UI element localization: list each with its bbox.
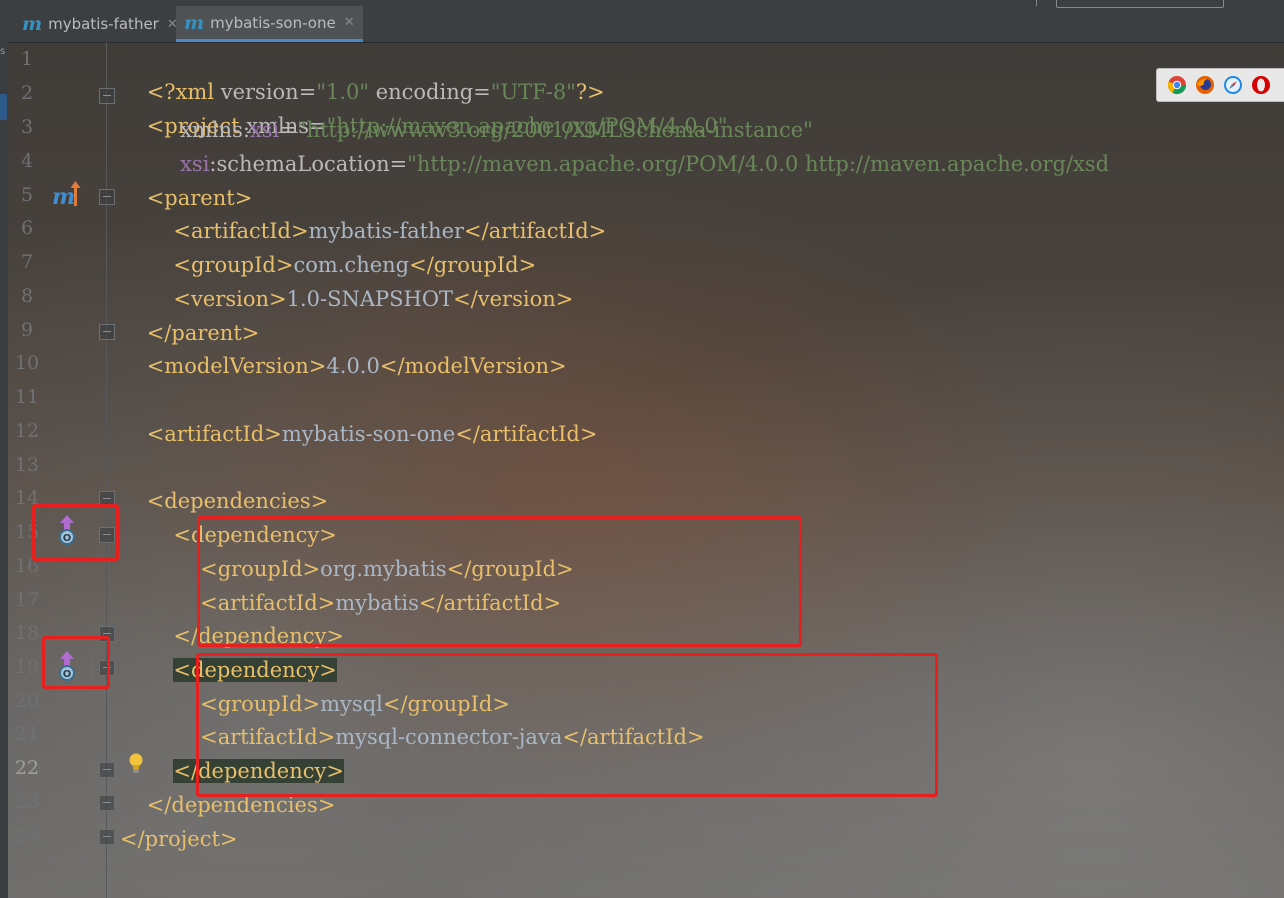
line-number: 13 [14,454,40,476]
code-line: <?xml version="1.0" encoding="UTF-8"?> [146,80,605,104]
annotation-box [197,516,802,647]
line-number: 19 [14,656,40,678]
line-number: 20 [14,690,40,712]
code-line: <artifactId>mybatis-father</artifactId> [120,219,607,243]
line-number: 3 [20,116,34,138]
chrome-icon[interactable] [1167,75,1187,95]
maven-m-icon: m [22,13,43,35]
maven-m-icon: m [184,11,205,34]
fold-marker[interactable] [99,189,115,205]
code-line: <artifactId>mybatis-son-one</artifactId> [120,422,598,446]
firefox-icon[interactable] [1195,75,1215,95]
code-line: xmlns:xsi="http://www.w3.org/2001/XMLSch… [120,118,813,142]
code-line: <groupId>com.cheng</groupId> [120,253,537,277]
line-number: 12 [14,420,40,442]
editor-tab-bar: m mybatis-father ✕ m mybatis-son-one ✕ [0,0,1284,43]
line-number: 24 [14,825,40,847]
line-number: 4 [20,150,34,172]
line-number: 18 [14,622,40,644]
search-field-edge[interactable] [1056,0,1224,8]
line-number: 23 [14,791,40,813]
opera-icon[interactable] [1251,75,1271,95]
safari-icon[interactable] [1223,75,1243,95]
line-number: 7 [20,251,34,273]
line-number: 2 [20,82,34,104]
line-number: 9 [20,319,34,341]
code-line: </project> [120,827,238,851]
fold-marker[interactable] [99,88,115,104]
annotation-box [42,636,110,689]
code-line: <project xmlns="http://maven.apache.org/… [146,114,728,138]
line-number: 10 [14,352,40,374]
maven-parent-arrow-icon[interactable]: m [52,180,82,210]
line-number: 8 [20,285,34,307]
tab-mybatis-son-one[interactable]: m mybatis-son-one ✕ [176,6,363,42]
tool-window-strip: s [0,42,8,898]
line-number: 6 [20,217,34,239]
fold-marker[interactable] [99,795,115,811]
fold-marker[interactable] [99,829,115,845]
divider [1036,0,1037,6]
browser-preview-bar [1156,68,1284,102]
tool-window-marker[interactable] [0,94,7,120]
code-line: <parent> [120,186,253,210]
annotation-box [196,653,938,797]
code-line: <dependencies> [120,489,329,513]
line-number: 21 [14,723,40,745]
strip-label: s [0,46,6,57]
fold-marker[interactable] [99,762,115,778]
close-icon[interactable]: ✕ [344,15,355,30]
tab-label: mybatis-father [48,15,159,33]
code-line: </parent> [120,321,260,345]
tab-label: mybatis-son-one [210,13,336,32]
tab-mybatis-father[interactable]: m mybatis-father ✕ [14,6,186,42]
line-number-current: 22 [14,757,40,779]
line-number: 1 [20,48,34,70]
code-line: <modelVersion>4.0.0</modelVersion> [120,354,567,378]
code-line: xsi:schemaLocation="http://maven.apache.… [120,152,1110,176]
code-line: <version>1.0-SNAPSHOT</version> [120,287,574,311]
line-number: 5 [20,184,34,206]
line-number: 11 [14,386,40,408]
fold-marker[interactable] [99,324,115,340]
annotation-box [32,504,119,561]
line-number: 17 [14,589,40,611]
